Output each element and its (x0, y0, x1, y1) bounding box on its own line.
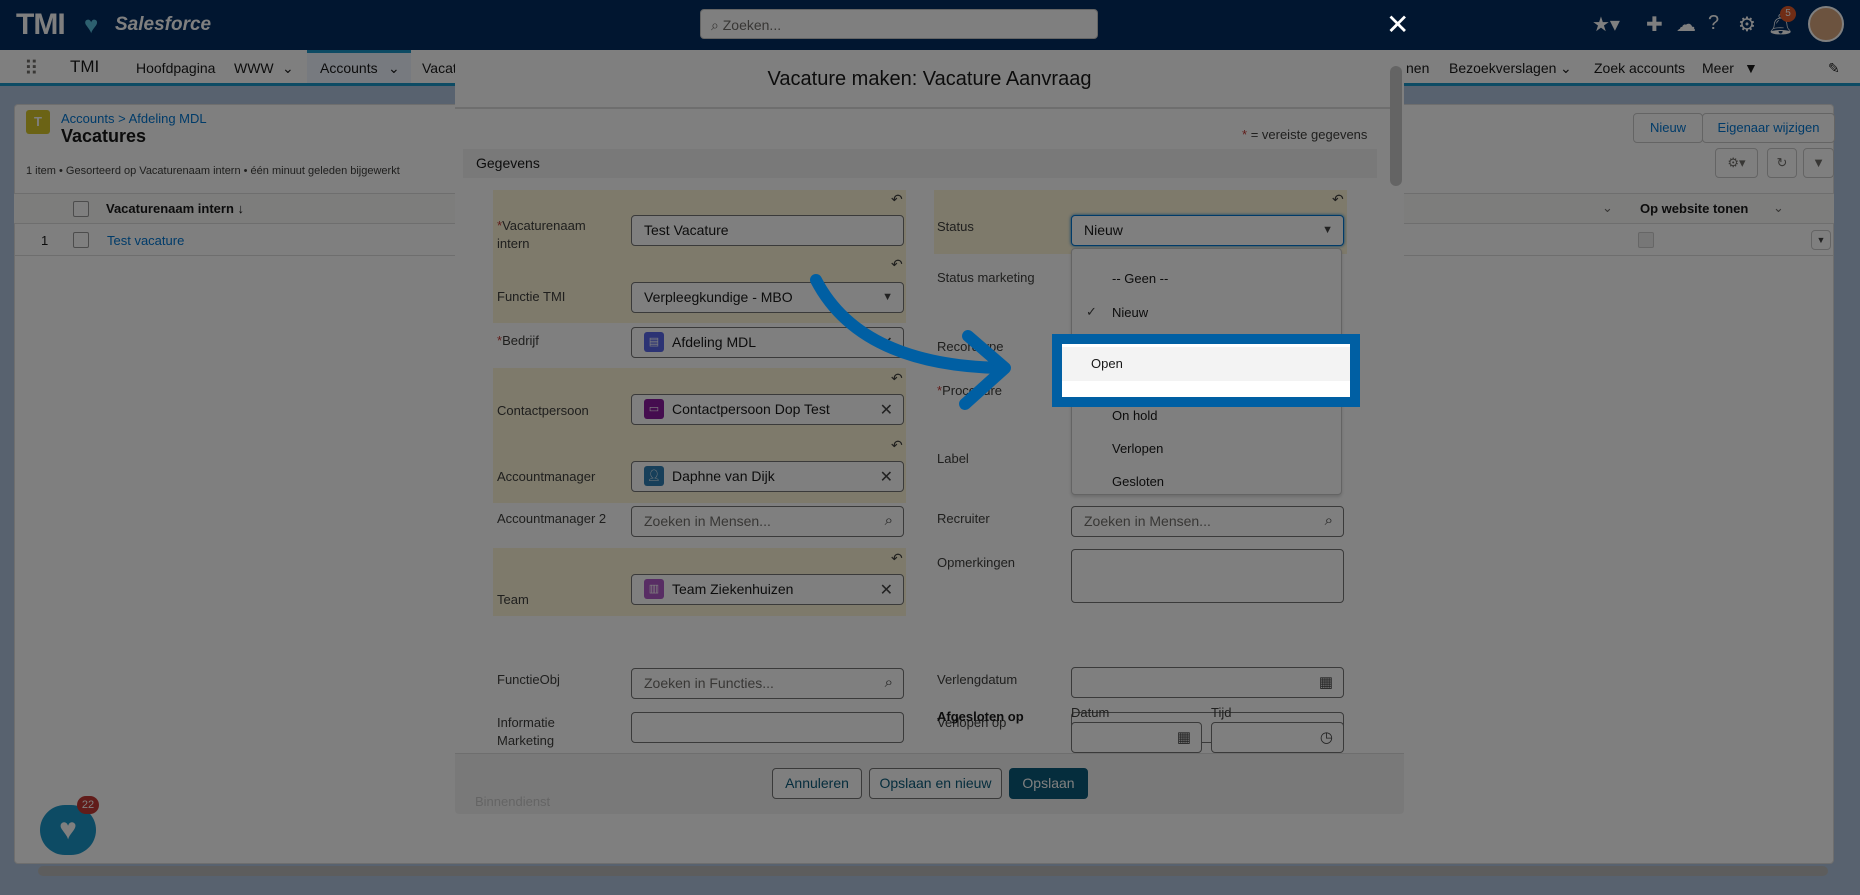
arrow-annotation (810, 274, 1011, 410)
close-icon[interactable]: ✕ (1386, 8, 1409, 41)
arrow-shaft (810, 274, 1006, 374)
